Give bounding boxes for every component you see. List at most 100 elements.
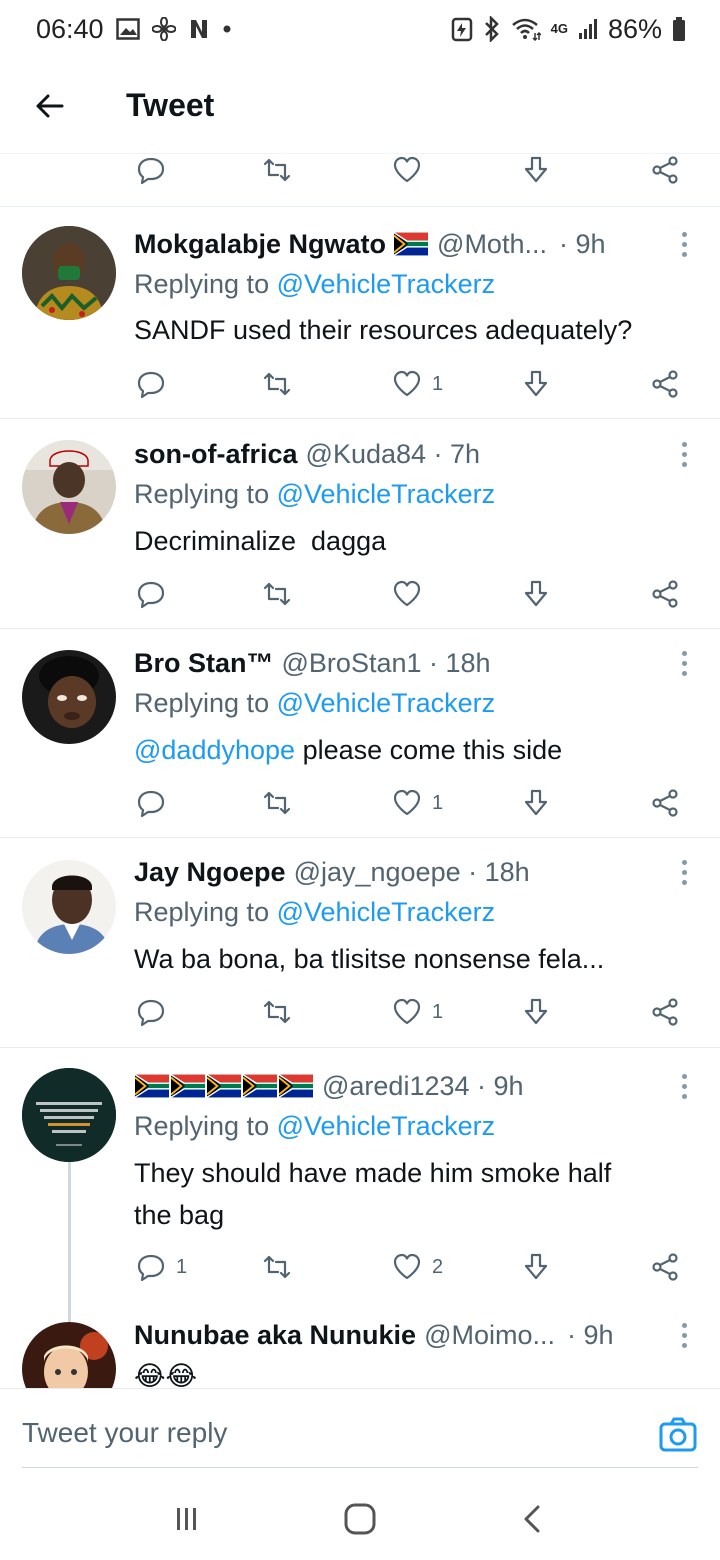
- avatar[interactable]: [22, 440, 116, 534]
- retweet-button[interactable]: [262, 1247, 292, 1287]
- action-bar: [0, 574, 720, 614]
- reply-icon: [137, 371, 165, 399]
- more-options-button[interactable]: [674, 854, 694, 890]
- bookmark-download-button[interactable]: [521, 1247, 551, 1287]
- replying-prefix: Replying to: [134, 897, 270, 927]
- like-count: 2: [432, 1255, 444, 1278]
- bookmark-download-button[interactable]: [521, 574, 551, 614]
- reply-button[interactable]: [136, 574, 166, 614]
- retweet-button[interactable]: [262, 992, 292, 1032]
- android-navigation-bar: [0, 1478, 720, 1560]
- display-name[interactable]: Nunubae aka Nunukie: [134, 1320, 416, 1351]
- display-name[interactable]: Jay Ngoepe: [134, 857, 286, 888]
- flag-emoji-name[interactable]: [134, 1074, 314, 1098]
- reply-button[interactable]: [136, 364, 166, 404]
- recent-apps-button[interactable]: [157, 1489, 217, 1549]
- retweet-button[interactable]: [262, 150, 292, 190]
- home-icon: [344, 1503, 376, 1535]
- action-bar: 1: [0, 783, 720, 823]
- reply-button[interactable]: [136, 150, 166, 190]
- bookmark-download-button[interactable]: [521, 783, 551, 823]
- tweet-text: 😂😂: [134, 1361, 198, 1388]
- display-name[interactable]: son-of-africa: [134, 439, 298, 470]
- user-handle: @Kuda84 · 7h: [305, 438, 481, 469]
- divider: [0, 418, 720, 419]
- tweet-text-content: please come this side: [302, 735, 563, 765]
- display-name[interactable]: Bro Stan™: [134, 648, 274, 679]
- avatar[interactable]: [22, 860, 116, 954]
- retweet-button[interactable]: [262, 574, 292, 614]
- tweet-text-line: They should have made him smoke half: [134, 1158, 612, 1188]
- system-back-button[interactable]: [503, 1489, 563, 1549]
- retweet-icon: [263, 158, 291, 182]
- heart-icon: [393, 1253, 421, 1280]
- user-handle: @Moth...: [437, 228, 547, 259]
- share-button[interactable]: [650, 150, 680, 190]
- avatar[interactable]: [22, 1322, 116, 1388]
- like-button[interactable]: 1: [392, 992, 443, 1032]
- like-button[interactable]: 1: [392, 364, 443, 404]
- reply-input[interactable]: Tweet your reply: [22, 1417, 227, 1449]
- share-button[interactable]: [650, 574, 680, 614]
- reply-button[interactable]: 1: [136, 1247, 187, 1287]
- composer-underline: [22, 1467, 698, 1468]
- avatar[interactable]: [22, 1068, 116, 1162]
- download-icon: [524, 580, 548, 607]
- retweet-button[interactable]: [262, 364, 292, 404]
- gallery-icon: [115, 18, 140, 40]
- replying-to-mention[interactable]: @VehicleTrackerz: [277, 688, 495, 718]
- download-icon: [524, 789, 548, 816]
- heart-icon: [393, 580, 421, 607]
- camera-icon: [659, 1417, 697, 1452]
- display-name[interactable]: Mokgalabje Ngwato: [134, 229, 386, 260]
- like-button[interactable]: 1: [392, 783, 443, 823]
- replying-to-mention[interactable]: @VehicleTrackerz: [277, 269, 495, 299]
- share-button[interactable]: [650, 364, 680, 404]
- replying-to-mention[interactable]: @VehicleTrackerz: [277, 1111, 495, 1141]
- share-icon: [652, 580, 678, 608]
- like-button[interactable]: [392, 150, 422, 190]
- netflix-icon: [188, 18, 210, 40]
- app-header: Tweet: [0, 58, 720, 154]
- more-options-button[interactable]: [674, 645, 694, 681]
- south-africa-flag-icon: [279, 1074, 313, 1098]
- action-bar: 1: [0, 364, 720, 404]
- retweet-icon: [263, 582, 291, 606]
- replying-to-mention[interactable]: @VehicleTrackerz: [277, 479, 495, 509]
- more-options-button[interactable]: [674, 1068, 694, 1104]
- network-type: 4G: [551, 22, 568, 35]
- reply-button[interactable]: [136, 783, 166, 823]
- reply-count: 1: [176, 1255, 188, 1278]
- south-africa-flag-icon: [207, 1074, 241, 1098]
- replying-to: Replying to @VehicleTrackerz: [134, 479, 495, 510]
- back-button[interactable]: [20, 76, 80, 136]
- more-options-button[interactable]: [674, 436, 694, 472]
- reply-icon: [137, 581, 165, 609]
- avatar[interactable]: [22, 226, 116, 320]
- fan-icon: [151, 17, 176, 41]
- bookmark-download-button[interactable]: [521, 992, 551, 1032]
- like-button[interactable]: [392, 574, 422, 614]
- share-button[interactable]: [650, 992, 680, 1032]
- share-button[interactable]: [650, 1247, 680, 1287]
- divider: [0, 1047, 720, 1048]
- divider: [0, 628, 720, 629]
- reply-button[interactable]: [136, 992, 166, 1032]
- reply-icon: [137, 999, 165, 1027]
- retweet-button[interactable]: [262, 783, 292, 823]
- more-options-button[interactable]: [674, 226, 694, 262]
- share-button[interactable]: [650, 783, 680, 823]
- replying-to-mention[interactable]: @VehicleTrackerz: [277, 897, 495, 927]
- more-options-button[interactable]: [674, 1317, 694, 1353]
- avatar[interactable]: [22, 650, 116, 744]
- camera-button[interactable]: [658, 1415, 698, 1455]
- bookmark-download-button[interactable]: [521, 364, 551, 404]
- bookmark-download-button[interactable]: [521, 150, 551, 190]
- like-count: 1: [432, 791, 444, 814]
- mention-link[interactable]: @daddyhope: [134, 735, 295, 765]
- tweet-header: son-of-africa @Kuda84 · 7h: [134, 436, 700, 472]
- action-bar: 1: [0, 992, 720, 1032]
- like-button[interactable]: 2: [392, 1247, 443, 1287]
- page-title: Tweet: [126, 87, 215, 123]
- home-button[interactable]: [330, 1489, 390, 1549]
